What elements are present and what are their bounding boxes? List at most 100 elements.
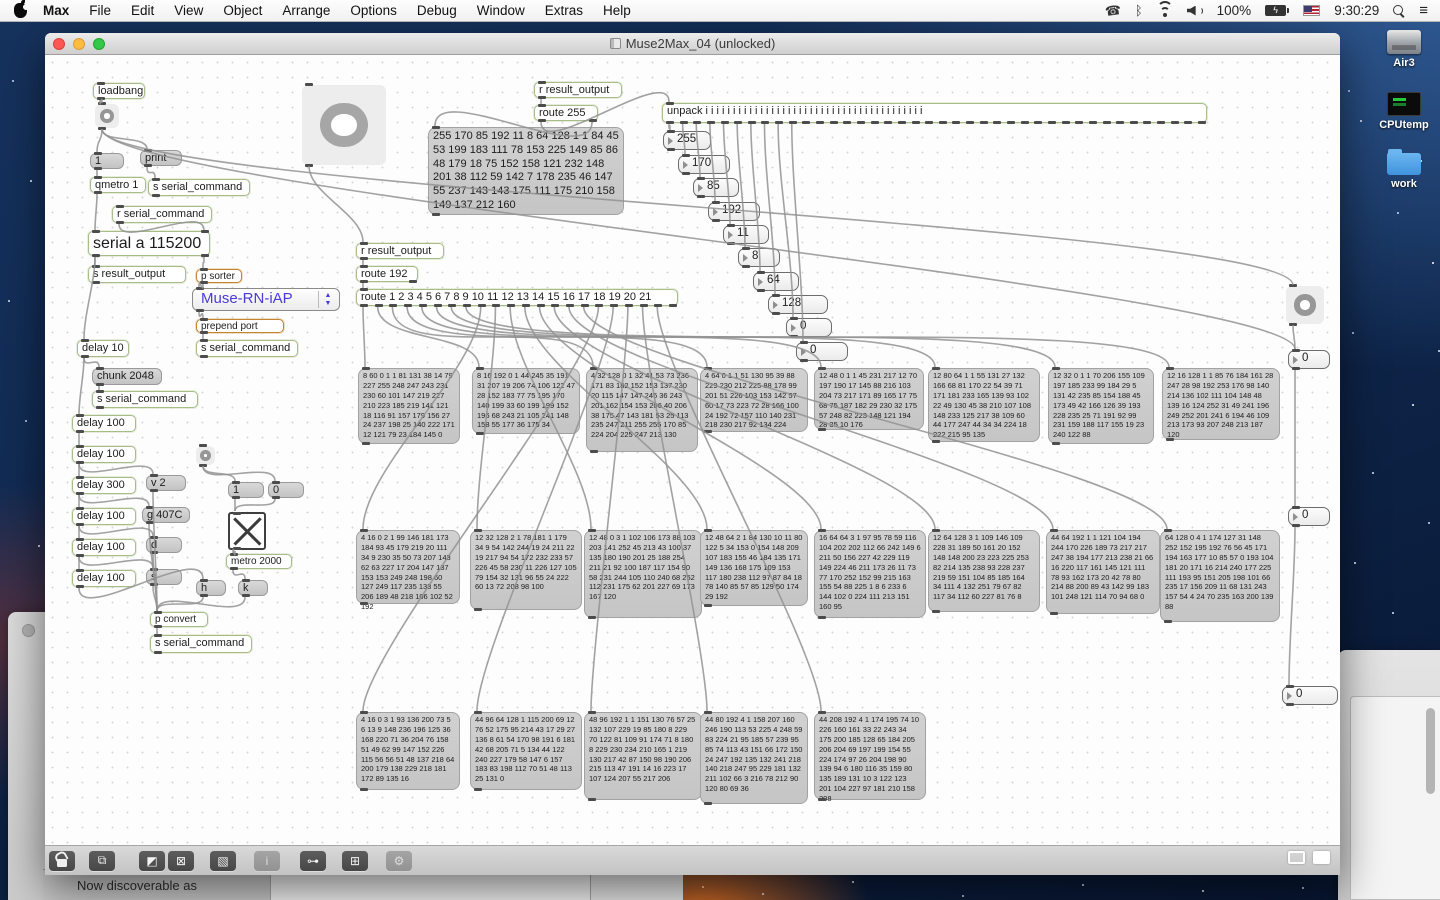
outlet[interactable] bbox=[693, 120, 702, 124]
outlet[interactable] bbox=[1292, 366, 1300, 370]
max-node-r2b8[interactable]: 64 128 0 4 1 174 127 31 148 252 152 195 … bbox=[1160, 529, 1280, 623]
outlet[interactable] bbox=[1047, 120, 1056, 124]
wifi-icon[interactable] bbox=[1156, 0, 1173, 17]
max-node-r1b1[interactable]: 8 60 0 1 1 81 131 38 14 79 227 255 248 2… bbox=[358, 367, 460, 445]
inlet[interactable] bbox=[200, 268, 208, 272]
max-node-nR0b[interactable]: 0 bbox=[1288, 506, 1330, 527]
max-node-sser4[interactable]: s serial_command bbox=[150, 634, 252, 654]
inlet[interactable] bbox=[474, 711, 482, 715]
outlet[interactable] bbox=[76, 429, 84, 433]
outlet[interactable] bbox=[492, 303, 501, 307]
spotlight-icon[interactable] bbox=[1393, 4, 1405, 17]
max-node-chunk[interactable]: chunk 2048 bbox=[92, 367, 162, 386]
inlet[interactable] bbox=[200, 579, 208, 583]
inlet[interactable] bbox=[538, 81, 546, 85]
outlet[interactable] bbox=[536, 303, 545, 307]
max-node-n128[interactable]: 128 bbox=[768, 294, 828, 315]
inlet[interactable] bbox=[232, 481, 240, 485]
notification-center-icon[interactable]: ≡ bbox=[1419, 2, 1428, 19]
inlet[interactable] bbox=[932, 529, 940, 533]
outlet[interactable] bbox=[747, 120, 756, 124]
outlet[interactable] bbox=[588, 797, 596, 801]
max-node-rres1[interactable]: r result_output bbox=[534, 81, 622, 99]
outlet[interactable] bbox=[639, 303, 648, 307]
outlet[interactable] bbox=[667, 147, 675, 151]
inlet[interactable] bbox=[667, 130, 675, 134]
inlet[interactable] bbox=[97, 82, 105, 86]
outlet[interactable] bbox=[1184, 120, 1193, 124]
outlet[interactable] bbox=[966, 120, 975, 124]
inlet[interactable] bbox=[772, 294, 780, 298]
outlet[interactable] bbox=[720, 120, 729, 124]
outlet[interactable] bbox=[200, 593, 208, 597]
inlet[interactable] bbox=[1164, 529, 1172, 533]
inlet[interactable] bbox=[727, 224, 735, 228]
outlet[interactable] bbox=[775, 120, 784, 124]
inlet[interactable] bbox=[757, 271, 765, 275]
inlet[interactable] bbox=[932, 367, 940, 371]
outlet[interactable] bbox=[551, 303, 560, 307]
inlet[interactable] bbox=[1166, 367, 1174, 371]
max-node-msgH[interactable]: h bbox=[196, 579, 226, 597]
outlet[interactable] bbox=[704, 603, 712, 607]
outlet[interactable] bbox=[201, 253, 209, 257]
outlet[interactable] bbox=[360, 303, 368, 307]
outlet[interactable] bbox=[595, 303, 604, 307]
outlet[interactable] bbox=[538, 95, 546, 99]
outlet[interactable] bbox=[432, 212, 440, 216]
outlet[interactable] bbox=[802, 120, 811, 124]
inlet[interactable] bbox=[98, 102, 106, 106]
max-node-btnBig[interactable] bbox=[302, 83, 386, 167]
inlet[interactable] bbox=[305, 83, 313, 87]
max-node-msgV2[interactable]: v 2 bbox=[146, 474, 186, 492]
outlet[interactable] bbox=[925, 120, 934, 124]
input-language-flag-icon[interactable] bbox=[1303, 5, 1321, 16]
menu-item-file[interactable]: File bbox=[79, 0, 121, 22]
outlet[interactable] bbox=[76, 522, 84, 526]
outlet[interactable] bbox=[734, 120, 743, 124]
outlet[interactable] bbox=[154, 624, 162, 628]
outlet[interactable] bbox=[669, 303, 677, 307]
max-node-msg1a[interactable]: 1 bbox=[90, 152, 124, 170]
max-node-msgG[interactable]: g 407C bbox=[142, 506, 190, 524]
max-node-route255[interactable]: route 255 bbox=[534, 104, 598, 122]
max-node-delay10[interactable]: delay 10 bbox=[77, 339, 129, 358]
background-window-right[interactable] bbox=[1338, 650, 1440, 900]
inlet[interactable] bbox=[201, 230, 209, 234]
max-node-n0b[interactable]: 0 bbox=[796, 341, 848, 362]
connections-icon[interactable]: ⊶ bbox=[300, 850, 326, 871]
outlet[interactable] bbox=[788, 120, 797, 124]
max-node-metro[interactable]: metro 2000 bbox=[226, 553, 292, 570]
max-node-n170[interactable]: 170 bbox=[678, 154, 730, 175]
inlet[interactable] bbox=[92, 265, 100, 269]
inlet[interactable] bbox=[94, 176, 102, 180]
outlet[interactable] bbox=[589, 118, 597, 122]
max-node-n255[interactable]: 255 bbox=[663, 130, 711, 151]
outlet[interactable] bbox=[98, 126, 106, 130]
outlet[interactable] bbox=[362, 441, 370, 445]
bluetooth-icon[interactable]: ᛒ bbox=[1135, 3, 1143, 18]
outlet[interactable] bbox=[911, 120, 920, 124]
max-node-r2b6[interactable]: 12 64 128 3 1 109 146 109 228 31 189 50 … bbox=[928, 529, 1040, 613]
inlet[interactable] bbox=[150, 568, 158, 572]
inlet[interactable] bbox=[360, 288, 368, 292]
inlet[interactable] bbox=[1286, 685, 1294, 689]
outlet[interactable] bbox=[1061, 120, 1070, 124]
outlet[interactable] bbox=[196, 308, 204, 312]
outlet[interactable] bbox=[538, 118, 546, 122]
outlet[interactable] bbox=[360, 256, 368, 260]
scrollbar-handle[interactable] bbox=[1426, 708, 1435, 794]
outlet[interactable] bbox=[474, 787, 482, 791]
max-node-msgK[interactable]: k bbox=[238, 579, 268, 597]
inlet[interactable] bbox=[76, 507, 84, 511]
outlet[interactable] bbox=[704, 801, 712, 805]
menu-item-options[interactable]: Options bbox=[340, 0, 407, 22]
outlet[interactable] bbox=[704, 429, 712, 433]
outlet[interactable] bbox=[666, 120, 674, 124]
inlet[interactable] bbox=[1050, 529, 1058, 533]
max-node-r1b2[interactable]: 8 16 192 0 1 44 245 35 191 31 207 19 206… bbox=[472, 367, 580, 435]
close-button[interactable] bbox=[53, 38, 65, 50]
max-node-sres[interactable]: s result_output bbox=[88, 265, 186, 284]
outlet[interactable] bbox=[1198, 120, 1206, 124]
outlet[interactable] bbox=[1034, 120, 1043, 124]
